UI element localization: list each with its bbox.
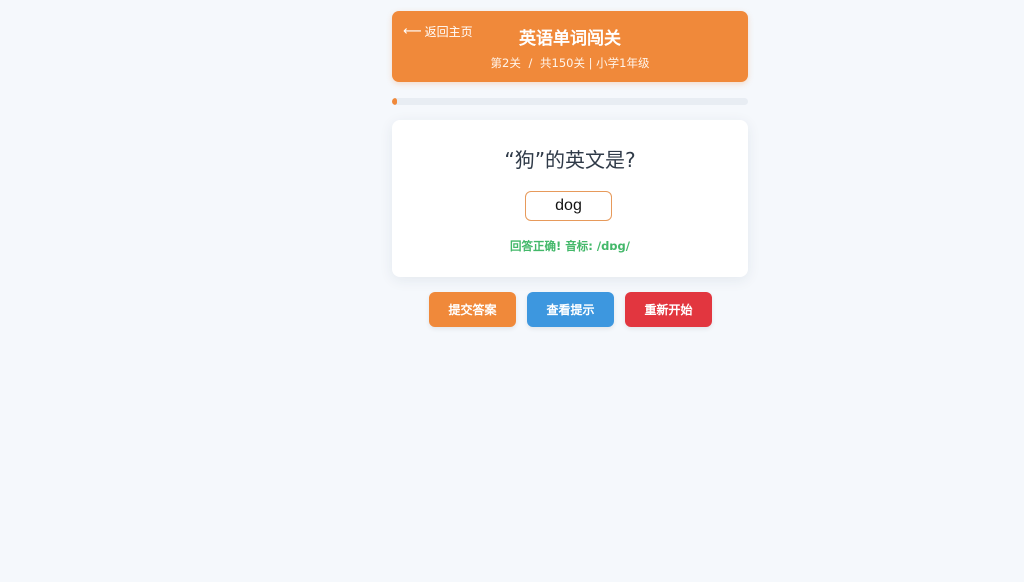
progress-bar xyxy=(392,98,748,105)
quiz-app: ⟵ 返回主页 英语单词闯关 第2关 / 共150关 | 小学1年级 “狗”的英文… xyxy=(392,11,748,327)
question-text: “狗”的英文是? xyxy=(504,148,636,172)
show-hint-button[interactable]: 查看提示 xyxy=(527,292,614,327)
header-banner: ⟵ 返回主页 英语单词闯关 第2关 / 共150关 | 小学1年级 xyxy=(392,11,748,82)
grade-label: | 小学1年级 xyxy=(588,56,650,70)
action-buttons: 提交答案 查看提示 重新开始 xyxy=(429,292,712,327)
answer-feedback: 回答正确! 音标: /dɒg/ xyxy=(510,239,630,253)
restart-button[interactable]: 重新开始 xyxy=(625,292,712,327)
total-levels: 共150关 xyxy=(540,56,585,70)
question-card: “狗”的英文是? 回答正确! 音标: /dɒg/ xyxy=(392,120,748,277)
progress-fill xyxy=(392,98,397,105)
submit-answer-button[interactable]: 提交答案 xyxy=(429,292,516,327)
page-title: 英语单词闯关 xyxy=(519,29,621,49)
answer-input[interactable] xyxy=(525,191,612,221)
current-level: 第2关 xyxy=(490,56,521,70)
level-separator: / xyxy=(528,56,533,70)
level-info: 第2关 / 共150关 | 小学1年级 xyxy=(392,55,748,71)
